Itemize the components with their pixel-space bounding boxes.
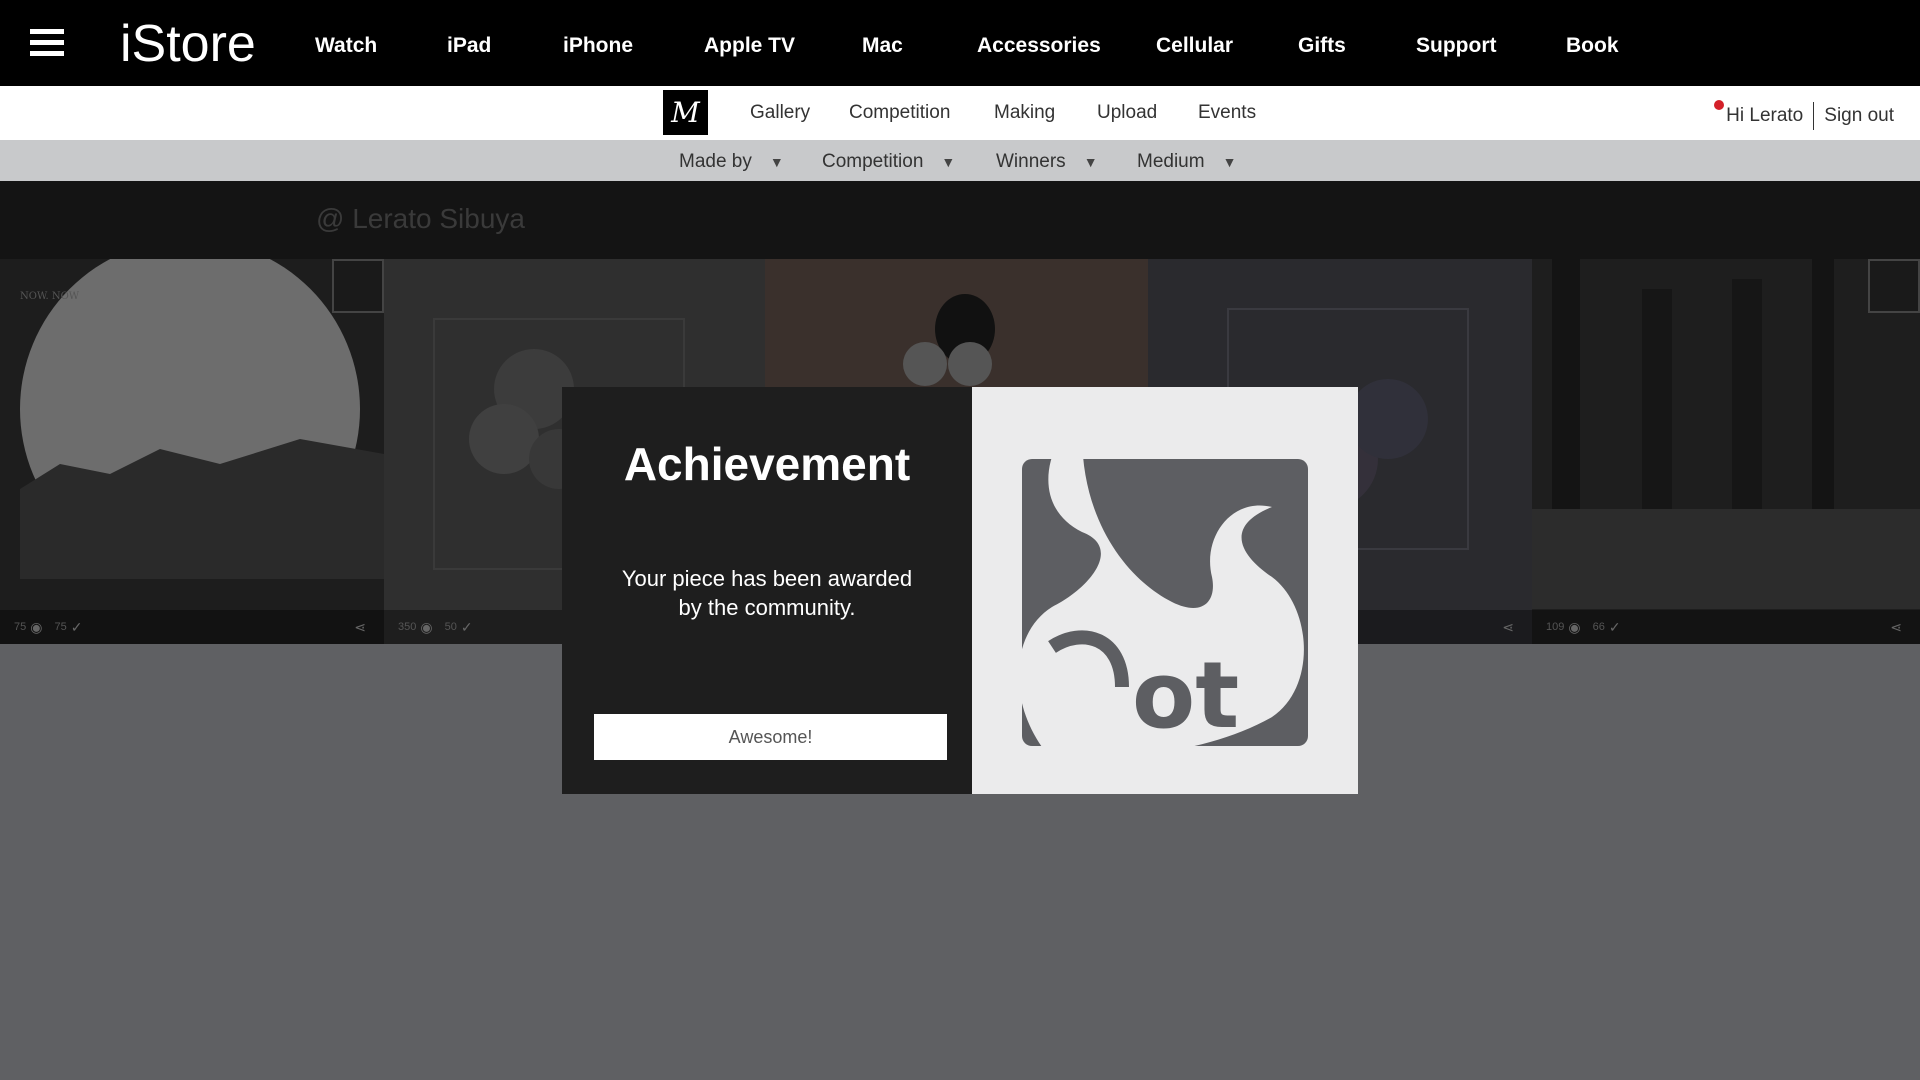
sub-nav: M Gallery Competition Making Upload Even… [0, 86, 1920, 140]
subnav-item-competition[interactable]: Competition [849, 102, 950, 124]
artwork-image: NOW. NOW [20, 259, 384, 579]
achievement-modal: Achievement Your piece has been awarded … [562, 387, 972, 794]
subnav-item-making[interactable]: Making [994, 102, 1055, 124]
brand-logo[interactable]: M [663, 90, 708, 135]
filter-label: Medium [1137, 151, 1205, 172]
eye-icon: ◉ [420, 618, 433, 635]
filter-bar: Made by ▼ Competition ▼ Winners ▼ Medium ▼ [0, 140, 1920, 181]
nav-item-watch[interactable]: Watch [315, 34, 377, 58]
badge-text: ot [1132, 642, 1239, 749]
hot-badge-icon [1868, 259, 1920, 313]
notification-dot [1714, 100, 1724, 110]
awesome-button[interactable]: Awesome! [594, 714, 947, 760]
filter-label: Made by [679, 151, 752, 172]
nav-item-cellular[interactable]: Cellular [1156, 34, 1233, 58]
views-count: 75 [14, 621, 27, 633]
chevron-down-icon: ▼ [1222, 154, 1237, 170]
chevron-down-icon: ▼ [941, 154, 956, 170]
tile-stats: 109 ◉ 66 ✓ ⋖ [1532, 610, 1920, 644]
menu-icon[interactable] [30, 29, 64, 57]
chevron-down-icon: ▼ [769, 154, 784, 170]
nav-item-ipad[interactable]: iPad [447, 34, 491, 58]
nav-item-apple-tv[interactable]: Apple TV [704, 34, 795, 58]
modal-message-line: by the community. [678, 595, 856, 620]
modal-message-line: Your piece has been awarded [621, 566, 913, 591]
views-count: 350 [398, 621, 417, 633]
subnav-item-gallery[interactable]: Gallery [750, 102, 810, 124]
nav-item-support[interactable]: Support [1416, 34, 1496, 58]
subnav-item-events[interactable]: Events [1198, 102, 1256, 124]
filter-competition[interactable]: Competition ▼ [822, 151, 955, 173]
views-count: 109 [1546, 621, 1565, 633]
filter-winners[interactable]: Winners ▼ [996, 151, 1098, 173]
greeting-link[interactable]: Hi Lerato [1726, 105, 1803, 127]
nav-item-book[interactable]: Book [1566, 34, 1619, 58]
eye-icon: ◉ [1568, 618, 1581, 635]
artwork-image [1532, 259, 1920, 609]
chevron-down-icon: ▼ [1083, 154, 1098, 170]
filter-medium[interactable]: Medium ▼ [1137, 151, 1236, 173]
top-nav: iStore Watch iPad iPhone Apple TV Mac Ac… [0, 0, 1920, 86]
tile-stats: 75 ◉ 75 ✓ ⋖ [0, 610, 384, 644]
filter-label: Competition [822, 151, 924, 172]
share-icon[interactable]: ⋖ [1890, 619, 1902, 636]
user-separator [1813, 102, 1815, 130]
gallery-tile[interactable]: NOW. NOW 75 ◉ 75 ✓ ⋖ [0, 259, 384, 644]
subnav-item-upload[interactable]: Upload [1097, 102, 1157, 124]
nav-item-accessories[interactable]: Accessories [977, 34, 1101, 58]
sign-out-link[interactable]: Sign out [1824, 105, 1894, 127]
filter-label: Winners [996, 151, 1066, 172]
filter-made-by[interactable]: Made by ▼ [679, 151, 784, 173]
user-area: Hi Lerato Sign out [1726, 102, 1894, 130]
profile-strip: @ Lerato Sibuya [0, 181, 1920, 259]
modal-message: Your piece has been awarded by the commu… [602, 564, 932, 622]
flame-icon: ot [1018, 407, 1308, 757]
nav-item-mac[interactable]: Mac [862, 34, 903, 58]
thumbs-up-icon[interactable]: ✓ [461, 619, 473, 636]
hot-badge-icon [332, 259, 384, 313]
svg-text:NOW. NOW: NOW. NOW [20, 291, 80, 302]
eye-icon: ◉ [30, 618, 43, 635]
hot-award-badge: ot [972, 387, 1358, 794]
thumbs-up-icon[interactable]: ✓ [1609, 619, 1621, 636]
profile-name[interactable]: @ Lerato Sibuya [316, 203, 525, 235]
store-logo[interactable]: iStore [120, 14, 256, 74]
likes-count: 50 [444, 621, 457, 633]
nav-item-iphone[interactable]: iPhone [563, 34, 633, 58]
share-icon[interactable]: ⋖ [354, 619, 366, 636]
thumbs-up-icon[interactable]: ✓ [71, 619, 83, 636]
share-icon[interactable]: ⋖ [1502, 619, 1514, 636]
modal-title: Achievement [623, 438, 911, 490]
gallery-tile[interactable]: 109 ◉ 66 ✓ ⋖ [1532, 259, 1920, 644]
likes-count: 66 [1592, 621, 1605, 633]
nav-item-gifts[interactable]: Gifts [1298, 34, 1346, 58]
likes-count: 75 [54, 621, 67, 633]
